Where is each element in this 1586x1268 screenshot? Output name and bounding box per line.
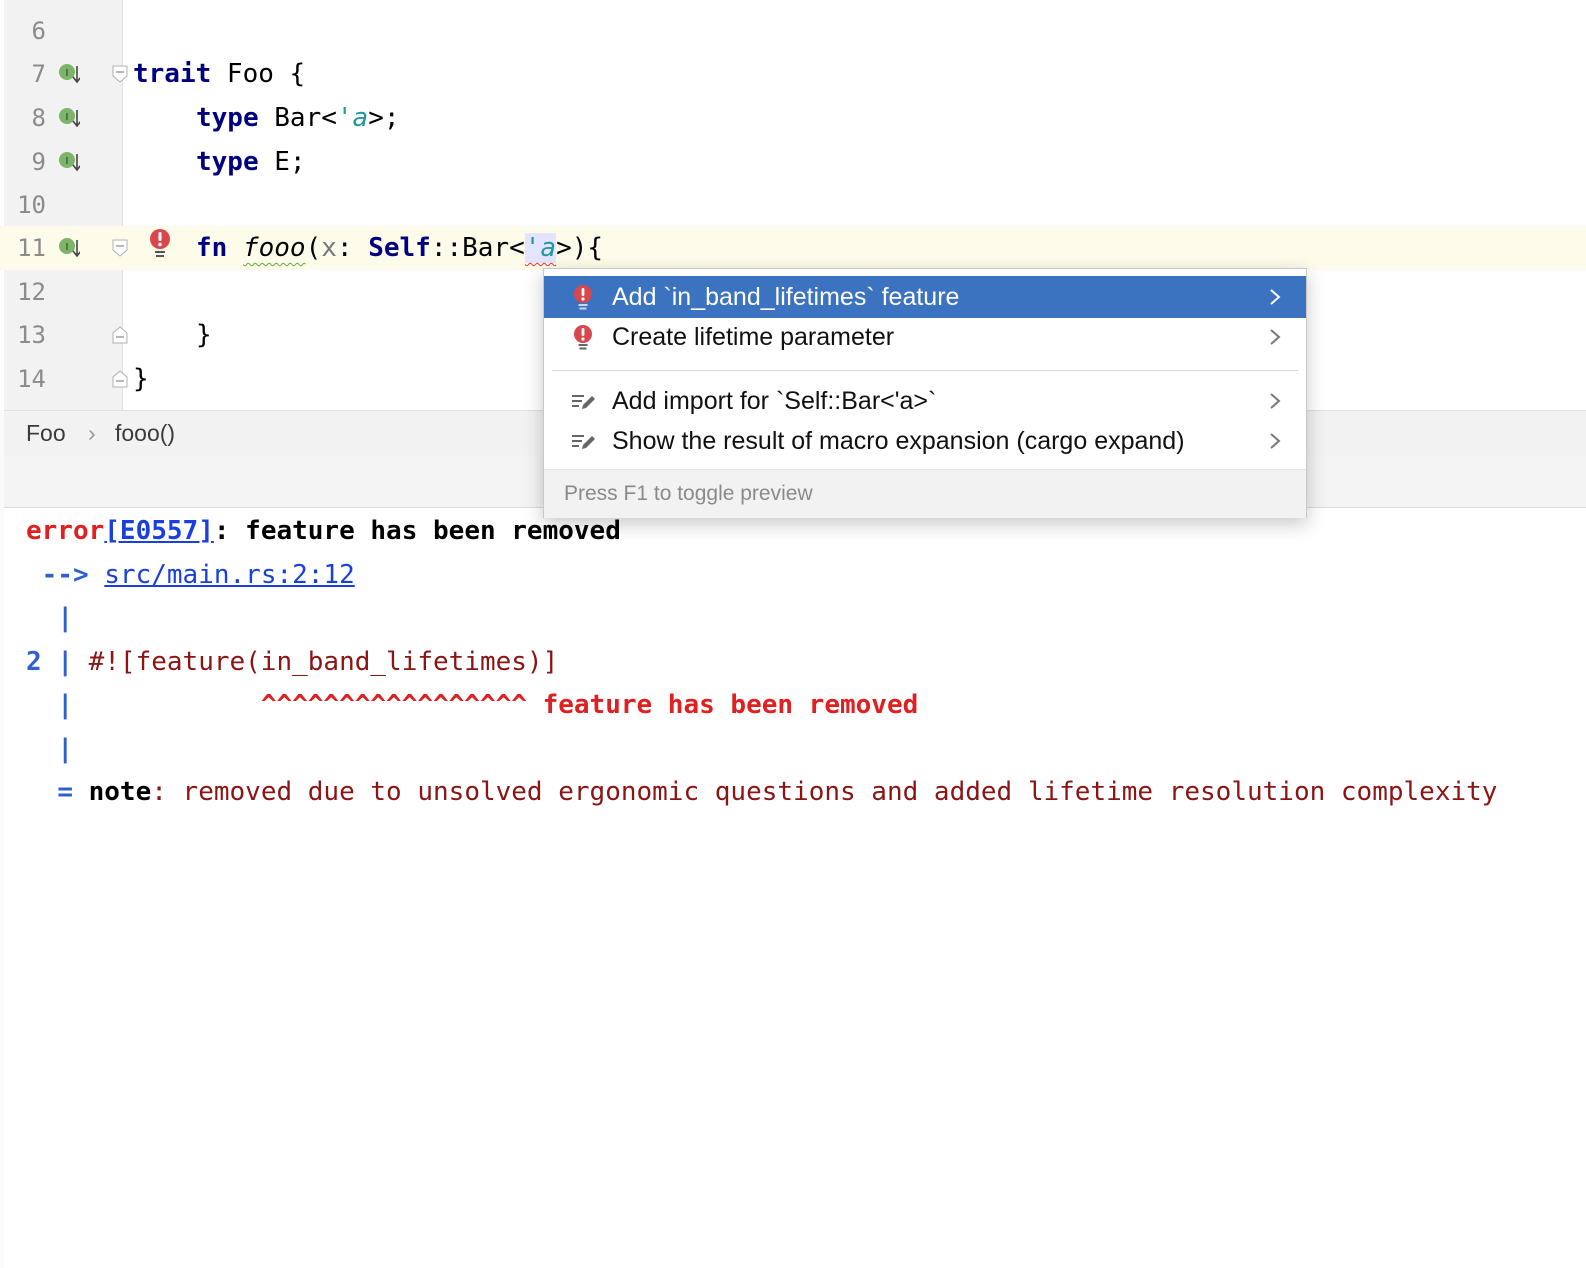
error-header-line: error[E0557]: feature has been removed: [26, 516, 621, 546]
popup-footer: Press F1 to toggle preview: [544, 469, 1306, 518]
gutter-line: |: [57, 734, 73, 764]
line-number: 7: [31, 60, 46, 88]
code-line[interactable]: 9 I type E;: [0, 140, 1586, 184]
error-lifetime-token: 'a: [524, 233, 557, 263]
fold-open-icon[interactable]: [112, 65, 128, 83]
svg-text:I: I: [66, 242, 69, 253]
chevron-right-icon: [1270, 329, 1281, 345]
implemented-marker-icon[interactable]: I: [58, 107, 80, 129]
code-text: type E;: [196, 147, 306, 177]
code-line[interactable]: 6: [0, 9, 1586, 53]
source-location-link[interactable]: src/main.rs:2:12: [104, 560, 354, 590]
code-text: trait Foo {: [133, 59, 306, 89]
intention-edit-icon: [572, 395, 595, 409]
line-number: 12: [17, 278, 46, 306]
code-line[interactable]: 8 I type Bar<'a>;: [0, 96, 1586, 140]
code-text: }: [196, 320, 212, 350]
breadcrumb-separator: ›: [88, 420, 96, 446]
line-number: 10: [17, 191, 46, 219]
line-number: 13: [17, 321, 46, 349]
popup-footer-hint: Press F1 to toggle preview: [564, 482, 813, 505]
code-text: fn fooo(x: Self::Bar<'a>){: [196, 233, 604, 263]
code-line[interactable]: 7 I trait Foo {: [0, 52, 1586, 96]
note-line: = note: removed due to unsolved ergonomi…: [57, 777, 1498, 807]
svg-text:I: I: [66, 68, 69, 79]
code-line-current[interactable]: 11 I fn fooo(x: Self::Bar<'a>){: [0, 226, 1586, 270]
error-bulb-icon: [574, 325, 592, 350]
code-text: type Bar<'a>;: [196, 103, 400, 133]
fold-open-icon[interactable]: [112, 239, 128, 257]
popup-item-label: Create lifetime parameter: [612, 323, 895, 351]
error-code-link[interactable]: [E0557]: [104, 516, 214, 546]
implemented-marker-icon[interactable]: I: [58, 237, 80, 259]
code-line[interactable]: 10: [0, 183, 1586, 227]
popup-item-label: Add import for `Self::Bar<'a>`: [612, 387, 937, 415]
build-output-console[interactable]: error[E0557]: feature has been removed -…: [4, 508, 1586, 1268]
implemented-marker-icon[interactable]: I: [58, 151, 80, 173]
caret-line: | ^^^^^^^^^^^^^^^^^ feature has been rem…: [57, 690, 919, 720]
line-number: 11: [17, 234, 46, 262]
fold-close-icon[interactable]: [112, 326, 128, 344]
fold-close-icon[interactable]: [112, 370, 128, 388]
popup-item-label: Show the result of macro expansion (carg…: [612, 427, 1185, 455]
error-bulb-icon[interactable]: [148, 228, 172, 260]
error-bulb-icon: [574, 285, 592, 310]
popup-item-macro-expansion[interactable]: Show the result of macro expansion (carg…: [544, 420, 1306, 462]
popup-item-label: Add `in_band_lifetimes` feature: [612, 283, 960, 311]
popup-item-add-feature[interactable]: Add `in_band_lifetimes` feature: [544, 276, 1306, 318]
popup-separator: [552, 370, 1298, 371]
implemented-marker-icon[interactable]: I: [58, 63, 80, 85]
line-number: 14: [17, 365, 46, 393]
intention-actions-popup: Add `in_band_lifetimes` feature Create l…: [543, 268, 1307, 518]
line-number: 6: [31, 17, 46, 45]
code-text: }: [133, 364, 149, 394]
line-number: 8: [31, 104, 46, 132]
location-line: --> src/main.rs:2:12: [26, 560, 355, 590]
breadcrumb-item-fooo[interactable]: fooo(): [115, 411, 175, 455]
chevron-right-icon: [1270, 433, 1281, 449]
chevron-right-icon: [1270, 289, 1281, 305]
line-number: 9: [31, 148, 46, 176]
popup-item-create-lifetime[interactable]: Create lifetime parameter: [544, 316, 1306, 358]
breadcrumb-item-foo[interactable]: Foo: [26, 411, 66, 455]
svg-text:I: I: [66, 112, 69, 123]
chevron-right-icon: [1270, 393, 1281, 409]
svg-text:I: I: [66, 156, 69, 167]
intention-edit-icon: [572, 435, 595, 449]
source-line: 2 | #![feature(in_band_lifetimes)]: [26, 647, 559, 677]
popup-item-add-import[interactable]: Add import for `Self::Bar<'a>`: [544, 380, 1306, 422]
gutter-line: |: [57, 603, 73, 633]
